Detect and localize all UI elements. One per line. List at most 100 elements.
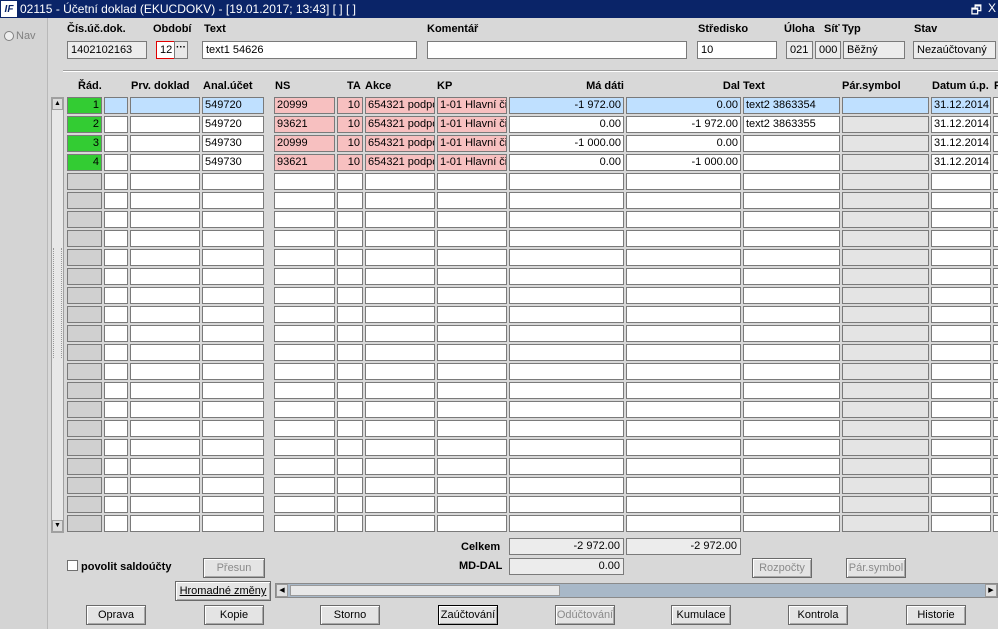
anal-ucet-cell[interactable] [202, 515, 264, 532]
ta-cell[interactable] [337, 306, 363, 323]
dal-cell[interactable] [626, 363, 741, 380]
kp-cell[interactable] [437, 515, 507, 532]
ma-dati-cell[interactable] [509, 173, 624, 190]
par-symbol-cell[interactable] [842, 192, 929, 209]
akce-cell[interactable] [365, 211, 435, 228]
kp-cell[interactable] [437, 439, 507, 456]
ma-dati-cell[interactable] [509, 192, 624, 209]
stredisko-field[interactable]: 10 [697, 41, 777, 59]
ta-cell[interactable] [337, 401, 363, 418]
akce-cell[interactable] [365, 496, 435, 513]
table-row[interactable] [49, 249, 998, 267]
datum-cell[interactable] [931, 268, 991, 285]
extra-cell[interactable] [993, 154, 998, 171]
prv-doklad-cell[interactable] [130, 496, 200, 513]
row-text-cell[interactable] [743, 401, 840, 418]
par-symbol-cell[interactable] [842, 230, 929, 247]
kontrola-button[interactable]: Kontrola [788, 605, 848, 625]
dal-cell[interactable] [626, 268, 741, 285]
anal-ucet-cell[interactable]: 549720 [202, 116, 264, 133]
row-text-cell[interactable]: text2 3863354 [743, 97, 840, 114]
ta-cell[interactable] [337, 173, 363, 190]
row-number[interactable] [67, 249, 102, 266]
table-row[interactable]: 3 549730 2099910654321 podpora1-01 Hlavní … [49, 135, 998, 153]
ma-dati-cell[interactable] [509, 306, 624, 323]
table-row[interactable]: 2 549720 9362110654321 podpora1-01 Hlavní … [49, 116, 998, 134]
datum-cell[interactable]: 31.12.2014 [931, 154, 991, 171]
typ-field[interactable]: Běžný [843, 41, 905, 59]
dal-cell[interactable] [626, 458, 741, 475]
ma-dati-cell[interactable]: -1 000.00 [509, 135, 624, 152]
ta-cell[interactable] [337, 496, 363, 513]
datum-cell[interactable]: 31.12.2014 [931, 116, 991, 133]
ns-cell[interactable] [274, 306, 335, 323]
dal-cell[interactable]: -1 972.00 [626, 116, 741, 133]
row-text-cell[interactable] [743, 363, 840, 380]
ma-dati-cell[interactable] [509, 382, 624, 399]
prv-doklad-cell[interactable] [130, 439, 200, 456]
hscroll-thumb[interactable] [290, 585, 560, 596]
dal-cell[interactable] [626, 439, 741, 456]
ta-cell[interactable] [337, 230, 363, 247]
ta-cell[interactable] [337, 363, 363, 380]
akce-cell[interactable]: 654321 podpora [365, 135, 435, 152]
par-symbol-cell[interactable] [842, 249, 929, 266]
par-symbol-cell[interactable] [842, 496, 929, 513]
row-marker[interactable] [104, 477, 128, 494]
ta-cell[interactable] [337, 268, 363, 285]
row-number[interactable] [67, 230, 102, 247]
ns-cell[interactable] [274, 173, 335, 190]
dal-cell[interactable] [626, 496, 741, 513]
par-symbol-cell[interactable] [842, 97, 929, 114]
par-symbol-cell[interactable] [842, 344, 929, 361]
dal-cell[interactable] [626, 515, 741, 532]
ns-cell[interactable] [274, 363, 335, 380]
prv-doklad-cell[interactable] [130, 477, 200, 494]
oductovani-button[interactable]: Odúčtování [555, 605, 615, 625]
dal-cell[interactable] [626, 230, 741, 247]
datum-cell[interactable] [931, 344, 991, 361]
saldo-checkbox[interactable] [67, 560, 78, 571]
row-number[interactable] [67, 515, 102, 532]
ta-cell[interactable] [337, 515, 363, 532]
ma-dati-cell[interactable] [509, 287, 624, 304]
akce-cell[interactable] [365, 458, 435, 475]
stav-field[interactable]: Nezaúčtovaný [913, 41, 996, 59]
row-marker[interactable] [104, 325, 128, 342]
ns-cell[interactable] [274, 268, 335, 285]
row-number[interactable] [67, 211, 102, 228]
extra-cell[interactable] [993, 249, 998, 266]
extra-cell[interactable] [993, 135, 998, 152]
anal-ucet-cell[interactable] [202, 249, 264, 266]
row-number[interactable] [67, 287, 102, 304]
dal-cell[interactable] [626, 325, 741, 342]
datum-cell[interactable]: 31.12.2014 [931, 135, 991, 152]
kp-cell[interactable] [437, 344, 507, 361]
ta-cell[interactable]: 10 [337, 97, 363, 114]
sit-field[interactable]: 000 [815, 41, 841, 59]
par-symbol-cell[interactable] [842, 363, 929, 380]
dal-cell[interactable]: 0.00 [626, 135, 741, 152]
ns-cell[interactable] [274, 287, 335, 304]
obdobi-lookup-button[interactable]: ··· [174, 41, 188, 59]
prv-doklad-cell[interactable] [130, 287, 200, 304]
ns-cell[interactable]: 20999 [274, 97, 335, 114]
datum-cell[interactable] [931, 458, 991, 475]
akce-cell[interactable]: 654321 podpora [365, 154, 435, 171]
row-text-cell[interactable] [743, 477, 840, 494]
row-text-cell[interactable] [743, 287, 840, 304]
ns-cell[interactable] [274, 420, 335, 437]
par-symbol-cell[interactable] [842, 325, 929, 342]
datum-cell[interactable] [931, 515, 991, 532]
ma-dati-cell[interactable] [509, 458, 624, 475]
par-symbol-cell[interactable] [842, 515, 929, 532]
extra-cell[interactable] [993, 325, 998, 342]
kp-cell[interactable] [437, 287, 507, 304]
extra-cell[interactable] [993, 287, 998, 304]
prv-doklad-cell[interactable] [130, 173, 200, 190]
extra-cell[interactable] [993, 382, 998, 399]
anal-ucet-cell[interactable] [202, 382, 264, 399]
anal-ucet-cell[interactable] [202, 192, 264, 209]
anal-ucet-cell[interactable] [202, 401, 264, 418]
kp-cell[interactable] [437, 496, 507, 513]
